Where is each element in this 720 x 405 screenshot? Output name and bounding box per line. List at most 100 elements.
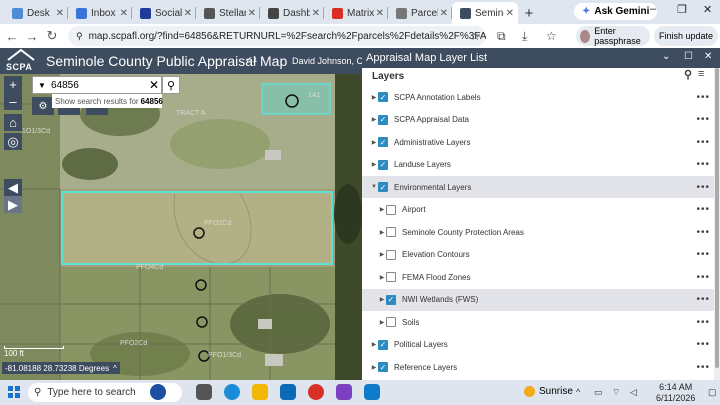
- layer-row[interactable]: ▶ ✓ Landuse Layers •••: [362, 154, 720, 176]
- ask-gemini-button[interactable]: ✦ Ask Gemini: [574, 3, 658, 20]
- tab-close-icon[interactable]: ✕: [184, 8, 192, 19]
- layer-row[interactable]: ▶ ✓ Reference Layers •••: [362, 356, 720, 378]
- layer-row[interactable]: ▶ Elevation Contours •••: [362, 244, 720, 266]
- more-options-icon[interactable]: •••: [696, 272, 710, 283]
- new-tab-button[interactable]: +: [518, 2, 540, 24]
- search-icon[interactable]: ⚲: [684, 68, 692, 81]
- chevron-right-icon[interactable]: ▶: [370, 364, 378, 371]
- close-window-button[interactable]: ✕: [703, 3, 712, 16]
- chevron-right-icon[interactable]: ▶: [378, 319, 386, 326]
- search-suggestion[interactable]: Show search results for 64856: [52, 94, 163, 108]
- chevron-down-icon[interactable]: ▼: [370, 184, 378, 190]
- more-options-icon[interactable]: •••: [696, 137, 710, 148]
- task-view-icon[interactable]: [196, 384, 212, 400]
- layer-row[interactable]: ▶ ✓ Administrative Layers •••: [362, 131, 720, 153]
- tab-close-icon[interactable]: ✕: [248, 8, 256, 19]
- parcel-search-input[interactable]: ▼ 64856 ✕: [32, 76, 162, 94]
- search-button[interactable]: ⚲: [162, 76, 180, 94]
- more-options-icon[interactable]: •••: [696, 204, 710, 215]
- bookmark-star-icon[interactable]: ☆: [470, 29, 481, 43]
- layer-checkbox[interactable]: ✓: [378, 339, 388, 350]
- downloads-icon[interactable]: ⤓: [522, 29, 527, 44]
- address-bar[interactable]: ⚲ map.scpafl.org/?find=64856&RETURNURL=%…: [68, 26, 486, 46]
- browser-tab[interactable]: Dashbo✕: [260, 2, 324, 24]
- browser-tab[interactable]: Matrix ✕: [324, 2, 388, 24]
- measure-tool-button[interactable]: ⚙: [32, 97, 54, 115]
- app-icon[interactable]: [364, 384, 380, 400]
- panel-scrollbar[interactable]: [714, 68, 720, 380]
- more-options-icon[interactable]: •••: [696, 159, 710, 170]
- system-clock[interactable]: 6:14 AM 6/11/2026: [656, 382, 695, 404]
- profile-button[interactable]: Enter passphrase: [576, 26, 650, 46]
- forward-icon[interactable]: →: [22, 29, 42, 44]
- coordinate-readout[interactable]: -81.08188 28.73238 Degrees ^: [2, 362, 120, 374]
- layer-row[interactable]: ▼ ✓ Environmental Layers •••: [362, 176, 720, 198]
- network-icon[interactable]: ▭: [594, 387, 603, 398]
- extensions-icon[interactable]: ⧉: [497, 29, 506, 44]
- minimize-button[interactable]: –: [650, 3, 656, 15]
- filter-icon[interactable]: ≡: [698, 68, 704, 80]
- chevron-right-icon[interactable]: ▶: [378, 274, 386, 281]
- layer-checkbox[interactable]: [386, 227, 396, 237]
- chevron-right-icon[interactable]: ▶: [370, 94, 378, 101]
- chevron-right-icon[interactable]: ▶: [370, 139, 378, 146]
- chevron-right-icon[interactable]: ▶: [370, 116, 378, 123]
- layer-row[interactable]: ▶ ✓ SCPA Appraisal Data •••: [362, 109, 720, 131]
- layer-checkbox[interactable]: [386, 317, 396, 327]
- parcel-highlight-small[interactable]: [261, 83, 331, 115]
- weather-widget[interactable]: Sunrise: [524, 386, 573, 397]
- aerial-map[interactable]: [0, 74, 362, 380]
- zoom-out-button[interactable]: –: [4, 93, 22, 110]
- chevron-right-icon[interactable]: ▶: [378, 296, 386, 303]
- layer-checkbox[interactable]: [386, 249, 396, 260]
- tab-close-icon[interactable]: ✕: [312, 8, 320, 19]
- chevron-up-icon[interactable]: ^: [113, 364, 117, 373]
- previous-extent-button[interactable]: ◀: [4, 179, 22, 196]
- reload-icon[interactable]: ↻: [42, 28, 62, 44]
- collapse-icon[interactable]: ⌄: [662, 51, 670, 62]
- chevron-right-icon[interactable]: ▶: [378, 251, 386, 258]
- layer-row[interactable]: ▶ FEMA Flood Zones •••: [362, 266, 720, 288]
- layer-checkbox[interactable]: [386, 204, 396, 215]
- browser-tab[interactable]: Inbox -✕: [68, 2, 132, 24]
- tab-close-icon[interactable]: ✕: [120, 8, 128, 19]
- chevron-down-icon[interactable]: ▼: [33, 81, 51, 90]
- more-options-icon[interactable]: •••: [696, 249, 710, 260]
- outlook-icon[interactable]: [280, 384, 296, 400]
- more-options-icon[interactable]: •••: [696, 227, 710, 238]
- bookmarks-icon[interactable]: ☆: [546, 29, 557, 43]
- tray-chevron-icon[interactable]: ^: [576, 387, 580, 397]
- chevron-right-icon[interactable]: ▶: [370, 161, 378, 168]
- chevron-right-icon[interactable]: ▶: [378, 206, 386, 213]
- layer-checkbox[interactable]: ✓: [378, 182, 388, 192]
- browser-tab[interactable]: Seminol✕: [452, 2, 518, 24]
- app-icon[interactable]: [336, 384, 352, 400]
- more-options-icon[interactable]: •••: [696, 362, 710, 373]
- chevron-right-icon[interactable]: ▶: [378, 229, 386, 236]
- layer-checkbox[interactable]: ✓: [378, 92, 388, 102]
- browser-tab[interactable]: Desk ✕: [4, 2, 68, 24]
- tab-close-icon[interactable]: ✕: [506, 8, 514, 19]
- zoom-in-button[interactable]: +: [4, 76, 22, 93]
- layer-checkbox[interactable]: ✓: [378, 114, 388, 125]
- notification-icon[interactable]: ▢: [708, 387, 717, 398]
- scrollbar-thumb[interactable]: [715, 68, 719, 368]
- back-icon[interactable]: ←: [2, 29, 22, 44]
- layer-checkbox[interactable]: ✓: [386, 294, 396, 305]
- layer-checkbox[interactable]: ✓: [378, 137, 388, 147]
- browser-tab[interactable]: Parcel D✕: [388, 2, 452, 24]
- layer-checkbox[interactable]: [386, 272, 396, 282]
- maximize-icon[interactable]: ☐: [684, 51, 693, 62]
- more-options-icon[interactable]: •••: [696, 92, 710, 103]
- tab-close-icon[interactable]: ✕: [56, 8, 64, 19]
- tab-close-icon[interactable]: ✕: [440, 8, 448, 19]
- layer-checkbox[interactable]: ✓: [378, 362, 388, 372]
- layer-row[interactable]: ▶ Soils •••: [362, 311, 720, 333]
- locate-button[interactable]: ◎: [4, 133, 22, 150]
- layer-checkbox[interactable]: ✓: [378, 159, 388, 170]
- wifi-icon[interactable]: ⌔: [612, 387, 620, 398]
- more-options-icon[interactable]: •••: [696, 114, 710, 125]
- file-explorer-icon[interactable]: [252, 384, 268, 400]
- more-options-icon[interactable]: •••: [696, 182, 710, 193]
- layer-row[interactable]: ▶ Seminole County Protection Areas •••: [362, 221, 720, 243]
